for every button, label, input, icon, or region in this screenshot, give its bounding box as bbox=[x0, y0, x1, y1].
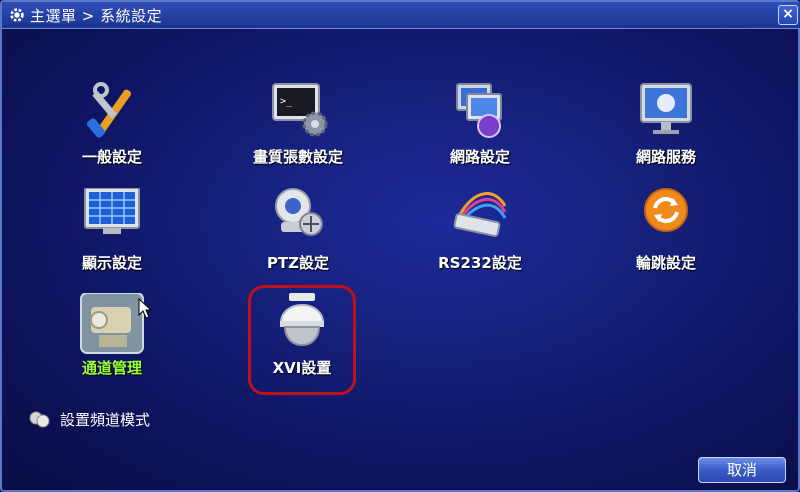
network-icon bbox=[456, 83, 502, 138]
ptz-camera-icon bbox=[275, 188, 323, 236]
mouse-cursor-icon bbox=[138, 298, 153, 319]
tile-label: 畫質張數設定 bbox=[252, 148, 343, 166]
tile-network-services[interactable]: 網路服務 bbox=[591, 82, 741, 172]
tile-label: RS232設定 bbox=[438, 254, 522, 272]
close-button[interactable]: × bbox=[778, 5, 798, 25]
tile-label: 網路服務 bbox=[635, 148, 696, 166]
tile-label: 一般設定 bbox=[81, 148, 142, 166]
cancel-button[interactable]: 取消 bbox=[698, 457, 786, 483]
tile-label: 網路設定 bbox=[449, 148, 510, 166]
cameras-icon bbox=[29, 411, 50, 428]
tile-label: XVI設置 bbox=[272, 359, 332, 377]
system-settings-window: 主選單 > 系統設定 × 一般設定 >_ 畫質張數設定 網路設定 網路服務 顯示… bbox=[0, 0, 800, 492]
svg-text:>_: >_ bbox=[280, 96, 293, 107]
channel-mode-label: 設置頻道模式 bbox=[60, 411, 151, 429]
tile-image-quality-settings[interactable]: >_ 畫質張數設定 bbox=[223, 82, 373, 172]
tile-label: 顯示設定 bbox=[81, 254, 142, 272]
terminal-gear-icon: >_ bbox=[272, 83, 328, 137]
tile-label: 通道管理 bbox=[81, 359, 142, 377]
serial-cable-icon bbox=[453, 192, 507, 237]
display-grid-icon bbox=[84, 188, 140, 234]
tile-tour-settings[interactable]: 輪跳設定 bbox=[591, 188, 741, 278]
tile-channel-management[interactable]: 通道管理 bbox=[37, 293, 187, 383]
title-bar: 主選單 > 系統設定 × bbox=[2, 2, 800, 29]
tile-network-settings[interactable]: 網路設定 bbox=[405, 82, 555, 172]
tile-display-settings[interactable]: 顯示設定 bbox=[37, 188, 187, 278]
tile-general-settings[interactable]: 一般設定 bbox=[37, 82, 187, 172]
window-title: 主選單 > 系統設定 bbox=[30, 7, 163, 25]
tile-rs232-settings[interactable]: RS232設定 bbox=[405, 188, 555, 278]
tools-icon bbox=[86, 82, 132, 138]
tile-label: 輪跳設定 bbox=[635, 254, 696, 272]
dome-camera-icon bbox=[279, 293, 325, 346]
refresh-icon bbox=[644, 188, 688, 232]
channel-camera-icon bbox=[80, 293, 144, 354]
tile-label: PTZ設定 bbox=[266, 254, 330, 272]
gear-icon bbox=[10, 8, 24, 22]
tile-xvi-settings[interactable]: XVI設置 bbox=[227, 293, 377, 383]
tile-ptz-settings[interactable]: PTZ設定 bbox=[223, 188, 373, 278]
monitor-globe-icon bbox=[640, 83, 692, 134]
